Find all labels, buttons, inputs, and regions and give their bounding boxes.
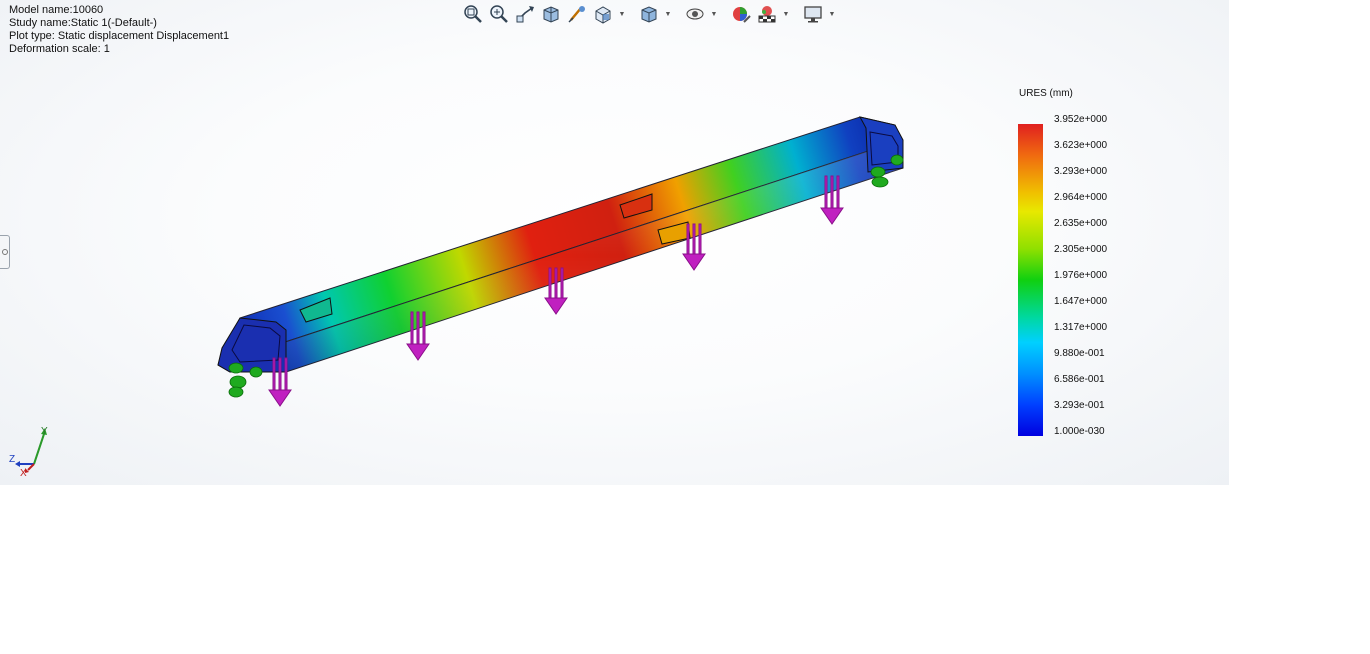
deformation-scale: Deformation scale: 1 bbox=[9, 43, 110, 55]
chevron-down-icon[interactable]: ▼ bbox=[618, 3, 626, 25]
legend-label: 3.293e+000 bbox=[1054, 166, 1108, 177]
legend-label: 3.623e+000 bbox=[1054, 140, 1108, 151]
edit-appearance-icon[interactable] bbox=[730, 3, 752, 25]
legend-label: 3.952e+000 bbox=[1054, 114, 1108, 125]
triad-x-label: X bbox=[20, 468, 27, 476]
section-view-icon[interactable] bbox=[540, 3, 562, 25]
heads-up-toolbar: ▼ ▼ ▼ ▼ ▼ bbox=[462, 3, 836, 25]
beam-displacement-plot bbox=[217, 116, 904, 407]
zoom-to-fit-icon[interactable] bbox=[462, 3, 484, 25]
triad-y-label: Y bbox=[41, 426, 48, 437]
legend-label: 1.000e-030 bbox=[1054, 426, 1105, 437]
legend-label: 9.880e-001 bbox=[1054, 348, 1105, 359]
model-name: Model name:10060 bbox=[9, 4, 104, 16]
legend-label: 2.305e+000 bbox=[1054, 244, 1108, 255]
previous-view-icon[interactable] bbox=[514, 3, 536, 25]
graphics-viewport[interactable]: Model name:10060 Study name:Static 1(-De… bbox=[0, 0, 1229, 485]
chevron-down-icon[interactable]: ▼ bbox=[828, 3, 836, 25]
chevron-down-icon[interactable]: ▼ bbox=[664, 3, 672, 25]
feature-manager-handle[interactable] bbox=[0, 235, 10, 269]
legend-label: 1.976e+000 bbox=[1054, 270, 1108, 281]
study-name: Study name:Static 1(-Default-) bbox=[9, 17, 157, 29]
legend-label: 2.635e+000 bbox=[1054, 218, 1108, 229]
chevron-down-icon[interactable]: ▼ bbox=[710, 3, 718, 25]
apply-scene-icon[interactable] bbox=[756, 3, 778, 25]
chevron-down-icon[interactable]: ▼ bbox=[782, 3, 790, 25]
legend-label: 1.647e+000 bbox=[1054, 296, 1108, 307]
view-orientation-icon[interactable] bbox=[592, 3, 614, 25]
zoom-to-area-icon[interactable] bbox=[488, 3, 510, 25]
plot-info: Model name:10060 Study name:Static 1(-De… bbox=[9, 4, 229, 56]
display-style-icon[interactable] bbox=[638, 3, 660, 25]
color-scale-bar bbox=[1018, 124, 1043, 436]
view-settings-icon[interactable] bbox=[802, 3, 824, 25]
plot-type: Plot type: Static displacement Displacem… bbox=[9, 30, 230, 42]
hide-show-icon[interactable] bbox=[684, 3, 706, 25]
triad-z-label: Z bbox=[9, 454, 15, 465]
dynamic-annotation-icon[interactable] bbox=[566, 3, 588, 25]
legend-label: 2.964e+000 bbox=[1054, 192, 1108, 203]
legend-label: 3.293e-001 bbox=[1054, 400, 1105, 411]
legend-label: 6.586e-001 bbox=[1054, 374, 1105, 385]
reference-triad: Y Z X bbox=[9, 426, 48, 476]
legend-label: 1.317e+000 bbox=[1054, 322, 1108, 333]
legend-title: URES (mm) bbox=[1019, 88, 1073, 99]
